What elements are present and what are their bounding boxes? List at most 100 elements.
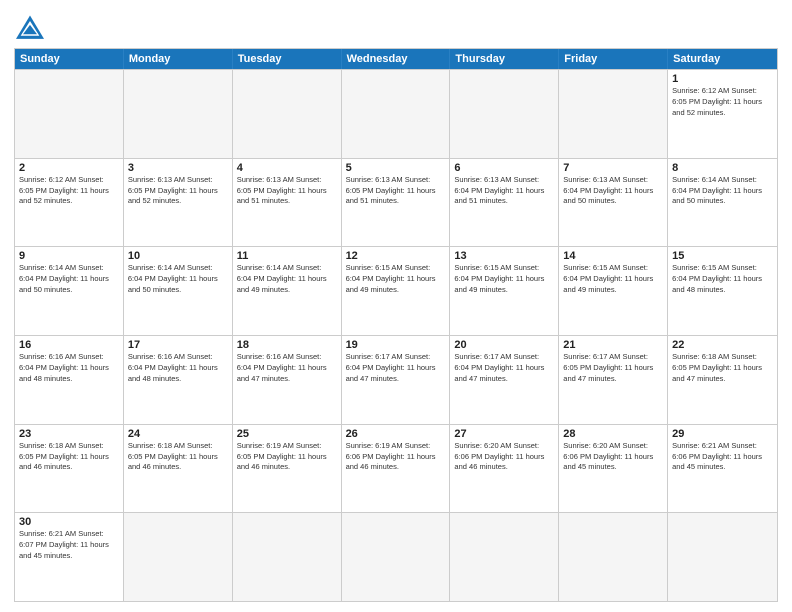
day-info: Sunrise: 6:19 AM Sunset: 6:05 PM Dayligh… — [237, 441, 337, 474]
day-number: 12 — [346, 250, 446, 262]
day-cell-1: 1Sunrise: 6:12 AM Sunset: 6:05 PM Daylig… — [668, 70, 777, 158]
day-info: Sunrise: 6:15 AM Sunset: 6:04 PM Dayligh… — [346, 263, 446, 296]
day-info: Sunrise: 6:16 AM Sunset: 6:04 PM Dayligh… — [237, 352, 337, 385]
day-number: 23 — [19, 428, 119, 440]
day-number: 9 — [19, 250, 119, 262]
day-number: 3 — [128, 162, 228, 174]
day-number: 24 — [128, 428, 228, 440]
day-number: 1 — [672, 73, 773, 85]
day-number: 6 — [454, 162, 554, 174]
empty-cell-0-3 — [342, 70, 451, 158]
calendar-row-2: 9Sunrise: 6:14 AM Sunset: 6:04 PM Daylig… — [15, 246, 777, 335]
empty-cell-5-1 — [124, 513, 233, 601]
empty-cell-5-6 — [668, 513, 777, 601]
logo-icon — [14, 14, 46, 42]
day-cell-29: 29Sunrise: 6:21 AM Sunset: 6:06 PM Dayli… — [668, 425, 777, 513]
day-number: 2 — [19, 162, 119, 174]
calendar-row-5: 30Sunrise: 6:21 AM Sunset: 6:07 PM Dayli… — [15, 512, 777, 601]
day-number: 20 — [454, 339, 554, 351]
day-info: Sunrise: 6:21 AM Sunset: 6:07 PM Dayligh… — [19, 529, 119, 562]
day-cell-25: 25Sunrise: 6:19 AM Sunset: 6:05 PM Dayli… — [233, 425, 342, 513]
day-info: Sunrise: 6:13 AM Sunset: 6:05 PM Dayligh… — [128, 175, 228, 208]
day-cell-9: 9Sunrise: 6:14 AM Sunset: 6:04 PM Daylig… — [15, 247, 124, 335]
day-cell-15: 15Sunrise: 6:15 AM Sunset: 6:04 PM Dayli… — [668, 247, 777, 335]
day-number: 26 — [346, 428, 446, 440]
day-number: 13 — [454, 250, 554, 262]
day-number: 10 — [128, 250, 228, 262]
day-cell-20: 20Sunrise: 6:17 AM Sunset: 6:04 PM Dayli… — [450, 336, 559, 424]
day-number: 4 — [237, 162, 337, 174]
header-day-monday: Monday — [124, 49, 233, 69]
day-info: Sunrise: 6:16 AM Sunset: 6:04 PM Dayligh… — [128, 352, 228, 385]
day-cell-14: 14Sunrise: 6:15 AM Sunset: 6:04 PM Dayli… — [559, 247, 668, 335]
day-number: 25 — [237, 428, 337, 440]
day-cell-5: 5Sunrise: 6:13 AM Sunset: 6:05 PM Daylig… — [342, 159, 451, 247]
day-cell-16: 16Sunrise: 6:16 AM Sunset: 6:04 PM Dayli… — [15, 336, 124, 424]
day-info: Sunrise: 6:21 AM Sunset: 6:06 PM Dayligh… — [672, 441, 773, 474]
day-number: 8 — [672, 162, 773, 174]
day-number: 19 — [346, 339, 446, 351]
day-cell-19: 19Sunrise: 6:17 AM Sunset: 6:04 PM Dayli… — [342, 336, 451, 424]
empty-cell-5-3 — [342, 513, 451, 601]
day-info: Sunrise: 6:18 AM Sunset: 6:05 PM Dayligh… — [128, 441, 228, 474]
calendar-row-0: 1Sunrise: 6:12 AM Sunset: 6:05 PM Daylig… — [15, 69, 777, 158]
day-cell-24: 24Sunrise: 6:18 AM Sunset: 6:05 PM Dayli… — [124, 425, 233, 513]
calendar-row-4: 23Sunrise: 6:18 AM Sunset: 6:05 PM Dayli… — [15, 424, 777, 513]
day-number: 5 — [346, 162, 446, 174]
header-day-thursday: Thursday — [450, 49, 559, 69]
calendar: SundayMondayTuesdayWednesdayThursdayFrid… — [14, 48, 778, 602]
day-cell-11: 11Sunrise: 6:14 AM Sunset: 6:04 PM Dayli… — [233, 247, 342, 335]
day-cell-23: 23Sunrise: 6:18 AM Sunset: 6:05 PM Dayli… — [15, 425, 124, 513]
day-cell-10: 10Sunrise: 6:14 AM Sunset: 6:04 PM Dayli… — [124, 247, 233, 335]
empty-cell-0-1 — [124, 70, 233, 158]
day-info: Sunrise: 6:17 AM Sunset: 6:04 PM Dayligh… — [454, 352, 554, 385]
day-cell-2: 2Sunrise: 6:12 AM Sunset: 6:05 PM Daylig… — [15, 159, 124, 247]
day-info: Sunrise: 6:16 AM Sunset: 6:04 PM Dayligh… — [19, 352, 119, 385]
day-cell-30: 30Sunrise: 6:21 AM Sunset: 6:07 PM Dayli… — [15, 513, 124, 601]
day-info: Sunrise: 6:13 AM Sunset: 6:05 PM Dayligh… — [346, 175, 446, 208]
empty-cell-0-5 — [559, 70, 668, 158]
day-number: 14 — [563, 250, 663, 262]
day-cell-8: 8Sunrise: 6:14 AM Sunset: 6:04 PM Daylig… — [668, 159, 777, 247]
day-cell-26: 26Sunrise: 6:19 AM Sunset: 6:06 PM Dayli… — [342, 425, 451, 513]
calendar-header: SundayMondayTuesdayWednesdayThursdayFrid… — [15, 49, 777, 69]
day-cell-28: 28Sunrise: 6:20 AM Sunset: 6:06 PM Dayli… — [559, 425, 668, 513]
day-cell-27: 27Sunrise: 6:20 AM Sunset: 6:06 PM Dayli… — [450, 425, 559, 513]
header-day-sunday: Sunday — [15, 49, 124, 69]
day-info: Sunrise: 6:17 AM Sunset: 6:05 PM Dayligh… — [563, 352, 663, 385]
day-cell-18: 18Sunrise: 6:16 AM Sunset: 6:04 PM Dayli… — [233, 336, 342, 424]
empty-cell-0-2 — [233, 70, 342, 158]
day-info: Sunrise: 6:14 AM Sunset: 6:04 PM Dayligh… — [672, 175, 773, 208]
day-info: Sunrise: 6:18 AM Sunset: 6:05 PM Dayligh… — [19, 441, 119, 474]
empty-cell-5-5 — [559, 513, 668, 601]
day-cell-7: 7Sunrise: 6:13 AM Sunset: 6:04 PM Daylig… — [559, 159, 668, 247]
day-number: 15 — [672, 250, 773, 262]
day-info: Sunrise: 6:14 AM Sunset: 6:04 PM Dayligh… — [128, 263, 228, 296]
day-number: 17 — [128, 339, 228, 351]
day-number: 11 — [237, 250, 337, 262]
day-number: 27 — [454, 428, 554, 440]
day-cell-4: 4Sunrise: 6:13 AM Sunset: 6:05 PM Daylig… — [233, 159, 342, 247]
day-info: Sunrise: 6:12 AM Sunset: 6:05 PM Dayligh… — [672, 86, 773, 119]
logo — [14, 10, 50, 42]
empty-cell-0-0 — [15, 70, 124, 158]
day-info: Sunrise: 6:18 AM Sunset: 6:05 PM Dayligh… — [672, 352, 773, 385]
day-info: Sunrise: 6:15 AM Sunset: 6:04 PM Dayligh… — [563, 263, 663, 296]
day-info: Sunrise: 6:15 AM Sunset: 6:04 PM Dayligh… — [672, 263, 773, 296]
header-day-tuesday: Tuesday — [233, 49, 342, 69]
day-cell-6: 6Sunrise: 6:13 AM Sunset: 6:04 PM Daylig… — [450, 159, 559, 247]
empty-cell-0-4 — [450, 70, 559, 158]
header-day-saturday: Saturday — [668, 49, 777, 69]
day-info: Sunrise: 6:13 AM Sunset: 6:05 PM Dayligh… — [237, 175, 337, 208]
calendar-body: 1Sunrise: 6:12 AM Sunset: 6:05 PM Daylig… — [15, 69, 777, 601]
page: SundayMondayTuesdayWednesdayThursdayFrid… — [0, 0, 792, 612]
day-info: Sunrise: 6:14 AM Sunset: 6:04 PM Dayligh… — [237, 263, 337, 296]
day-info: Sunrise: 6:13 AM Sunset: 6:04 PM Dayligh… — [454, 175, 554, 208]
day-info: Sunrise: 6:20 AM Sunset: 6:06 PM Dayligh… — [563, 441, 663, 474]
day-cell-17: 17Sunrise: 6:16 AM Sunset: 6:04 PM Dayli… — [124, 336, 233, 424]
header-day-wednesday: Wednesday — [342, 49, 451, 69]
empty-cell-5-4 — [450, 513, 559, 601]
header-day-friday: Friday — [559, 49, 668, 69]
day-info: Sunrise: 6:15 AM Sunset: 6:04 PM Dayligh… — [454, 263, 554, 296]
day-info: Sunrise: 6:14 AM Sunset: 6:04 PM Dayligh… — [19, 263, 119, 296]
